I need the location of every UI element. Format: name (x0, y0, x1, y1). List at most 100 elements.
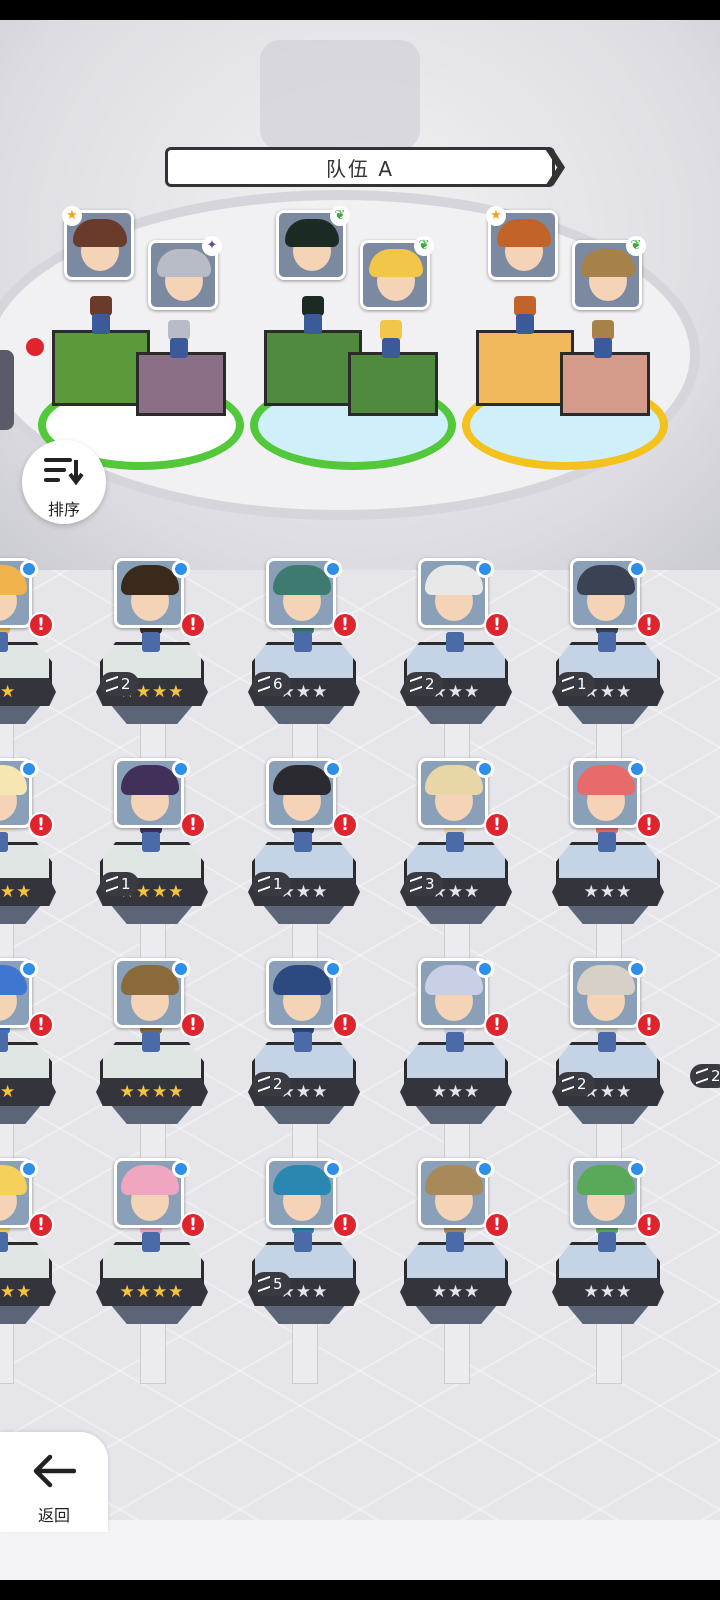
alert-icon: ! (636, 1212, 662, 1238)
pedestal-base (262, 704, 346, 724)
alert-icon: ! (28, 1212, 54, 1238)
stack-icon (258, 875, 270, 893)
hero-pedestal: ★★★★ (0, 842, 56, 984)
portrait-hair (273, 565, 331, 595)
stack-icon (562, 675, 574, 693)
element-dot-icon (20, 960, 38, 978)
bottom-strip (0, 1520, 720, 1580)
hero-card[interactable]: ★★★★! 2 (96, 550, 250, 784)
hero-card[interactable]: ★★★★!1 (0, 1150, 98, 1384)
hero-card[interactable]: ★★! (0, 950, 98, 1184)
hero-sprite (296, 296, 330, 336)
pedestal-base (414, 704, 498, 724)
pedestal-base (414, 904, 498, 924)
element-dot-icon (20, 560, 38, 578)
duplicate-count-badge: 6 (252, 672, 291, 696)
status-bar (0, 0, 720, 20)
alert-icon: ! (28, 812, 54, 838)
hero-card[interactable]: ★★★! 6 (248, 550, 402, 784)
back-button[interactable]: 返回 (0, 1432, 108, 1532)
hero-card[interactable]: ★★★! 2 (400, 550, 554, 784)
hero-card[interactable]: ★★★★! (96, 950, 250, 1184)
portrait-hair (577, 965, 635, 995)
hero-pedestal: ★★★ (552, 1042, 664, 1184)
hero-sprite (84, 296, 118, 336)
hero-card[interactable]: ★★★! (400, 950, 554, 1184)
hero-card[interactable]: ★★★★! (96, 1150, 250, 1384)
element-dot-icon (20, 1160, 38, 1178)
hero-card[interactable]: ★★★! 2 (248, 950, 402, 1184)
team-title: 队伍 A (165, 147, 555, 187)
portrait-hair (425, 965, 483, 995)
duplicate-count: 6 (273, 675, 283, 693)
slot-block-right (560, 352, 650, 416)
pedestal-base (262, 1304, 346, 1324)
hero-pedestal: ★★★ (248, 642, 360, 784)
hero-pedestal: ★★★★ (96, 1042, 208, 1184)
duplicate-count-badge: 1 (556, 672, 595, 696)
element-dot-icon (476, 960, 494, 978)
hero-card[interactable]: ★★! (0, 550, 98, 784)
hero-card[interactable]: ★★★! (552, 1150, 706, 1384)
stack-icon (258, 1075, 270, 1093)
duplicate-count: 2 (273, 1075, 283, 1093)
navigation-bar (0, 1580, 720, 1600)
hero-pedestal: ★★★ (248, 1042, 360, 1184)
next-team-button[interactable]: ❯ (540, 147, 570, 187)
hero-pedestal: ★★★ (552, 1242, 664, 1384)
duplicate-count-badge: 1 (252, 872, 291, 896)
pedestal-base (262, 1104, 346, 1124)
pedestal-pole (292, 1322, 318, 1384)
hero-pedestal: ★★ (0, 1042, 56, 1184)
hero-card[interactable]: ★★★! 1 (248, 750, 402, 984)
pedestal-base (566, 704, 650, 724)
hero-card[interactable]: ★★★! 2 (552, 950, 706, 1184)
duplicate-count: 1 (121, 875, 131, 893)
hero-pedestal: ★★★★ (96, 1242, 208, 1384)
hero-card[interactable]: ★★★! (552, 750, 706, 984)
hero-card[interactable]: ★★★! 3 (400, 750, 554, 984)
hero-card[interactable]: ★★★! 5 (248, 1150, 402, 1384)
hero-card[interactable]: ★★★! (400, 1150, 554, 1384)
star-rating: ★★ (0, 1078, 56, 1106)
alert-icon: ! (636, 812, 662, 838)
element-dot-icon (324, 1160, 342, 1178)
element-dot-icon (172, 560, 190, 578)
portrait-hair (121, 565, 179, 595)
hero-pedestal: ★★★ (552, 842, 664, 984)
element-dot-icon (20, 760, 38, 778)
team-slot[interactable]: ★ ❦ (462, 206, 672, 480)
hero-card[interactable]: ★★★★!3 (0, 750, 98, 984)
element-dot-icon (628, 760, 646, 778)
duplicate-count: 2 (711, 1067, 720, 1085)
star-rating: ★★★ (552, 1278, 664, 1306)
dark-element-icon: ✦ (202, 236, 222, 256)
star-rating: ★★ (0, 678, 56, 706)
hero-pedestal: ★★★★ (96, 642, 208, 784)
sort-button[interactable]: 排序 (22, 440, 106, 524)
portrait-hair (577, 1165, 635, 1195)
stack-icon (258, 675, 270, 693)
element-dot-icon (628, 960, 646, 978)
team-slot[interactable]: ❦ ❦ (250, 206, 460, 480)
alert-icon: ! (636, 1012, 662, 1038)
duplicate-count-badge: 2 (690, 1064, 720, 1088)
hero-card[interactable]: ★★★! 1 (552, 550, 706, 784)
alert-icon: ! (484, 1212, 510, 1238)
pedestal-base (0, 1304, 42, 1324)
stack-icon (410, 675, 422, 693)
duplicate-count-badge: 2 (100, 672, 139, 696)
star-rating: ★★★★ (96, 1078, 208, 1106)
duplicate-count-badge: 5 (252, 1272, 291, 1296)
pedestal-base (566, 904, 650, 924)
element-dot-icon (172, 760, 190, 778)
duplicate-count: 2 (425, 675, 435, 693)
portrait-hair (425, 1165, 483, 1195)
side-drawer-handle[interactable] (0, 350, 14, 430)
portrait-hair (497, 219, 551, 247)
element-dot-icon (628, 1160, 646, 1178)
duplicate-count-badge: 2 (404, 672, 443, 696)
element-dot-icon (324, 960, 342, 978)
hero-card[interactable]: ★★★★!1 (96, 750, 250, 984)
hero-pedestal: ★★★★ (0, 1242, 56, 1384)
